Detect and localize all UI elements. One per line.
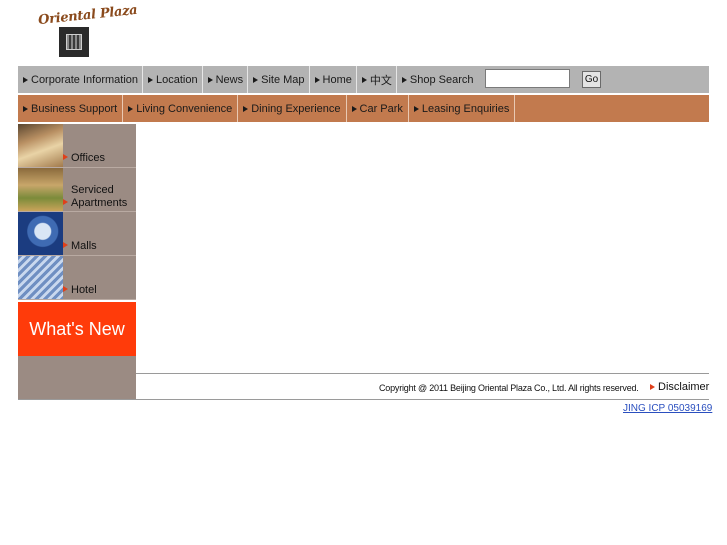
sidebar-item-label: Apartments [71,197,128,209]
arrow-right-icon [63,286,68,292]
arrow-right-icon [650,384,655,390]
nav-news[interactable]: News [203,66,249,93]
arrow-right-icon [361,76,367,83]
logo-wordmark: Oriental Plaza [37,2,138,29]
copyright-text: Copyright @ 2011 Beijing Oriental Plaza … [379,383,639,393]
sidebar-item-malls[interactable]: Malls [18,212,136,256]
arrow-right-icon [314,76,320,83]
arrow-right-icon [148,76,153,83]
sub-navigation: Business Support Living Convenience Dini… [18,95,709,122]
nav-corporate-information[interactable]: Corporate Information [18,66,143,93]
nav-business-support[interactable]: Business Support [18,95,124,122]
go-button[interactable]: Go [582,71,601,88]
arrow-right-icon [128,105,134,112]
arrow-right-icon [23,105,28,112]
arrow-right-icon [23,76,28,83]
offices-thumbnail [18,124,63,167]
arrow-right-icon [253,76,259,83]
nav-car-park[interactable]: Car Park [347,95,409,122]
arrow-right-icon [207,76,213,83]
top-navigation: Corporate Information Location News Site… [18,66,709,93]
hotel-thumbnail [18,256,63,299]
sidebar-item-serviced-apartments[interactable]: Serviced Apartments [18,168,136,212]
arrow-right-icon [351,105,357,112]
malls-thumbnail [18,212,63,255]
serviced-apartments-thumbnail [18,168,63,211]
shop-search-input[interactable] [485,69,570,88]
footer-divider [18,399,709,400]
arrow-right-icon [63,242,68,248]
nav-location[interactable]: Location [143,66,203,93]
arrow-right-icon [401,76,407,83]
whats-new-button[interactable]: What's New [18,302,136,356]
logo-icon [59,27,89,57]
sidebar-item-label: Serviced [71,184,114,196]
nav-home[interactable]: Home [310,66,357,93]
arrow-right-icon [413,105,419,112]
sidebar-filler [18,356,136,400]
sidebar-item-offices[interactable]: Offices [18,124,136,168]
sidebar-item-label: Hotel [71,284,97,296]
nav-dining-experience[interactable]: Dining Experience [238,95,347,122]
sidebar-item-hotel[interactable]: Hotel [18,256,136,300]
footer-divider [136,373,709,374]
oriental-plaza-logo[interactable]: Oriental Plaza [37,3,138,60]
icp-license-link[interactable]: JING ICP 05039169 [623,403,712,414]
arrow-right-icon [63,154,68,160]
disclaimer-link[interactable]: Disclaimer [650,381,709,393]
nav-leasing-enquiries[interactable]: Leasing Enquiries [409,95,516,122]
nav-living-convenience[interactable]: Living Convenience [123,95,239,122]
sidebar-item-label: Offices [71,152,106,164]
nav-site-map[interactable]: Site Map [248,66,310,93]
sidebar: Offices Serviced Apartments Malls Hotel [18,124,136,300]
arrow-right-icon [243,105,249,112]
nav-chinese[interactable]: 中文 [357,66,397,93]
nav-shop-search[interactable]: Shop Search [397,66,478,93]
arrow-right-icon [63,199,68,205]
sidebar-item-label: Malls [71,240,97,252]
